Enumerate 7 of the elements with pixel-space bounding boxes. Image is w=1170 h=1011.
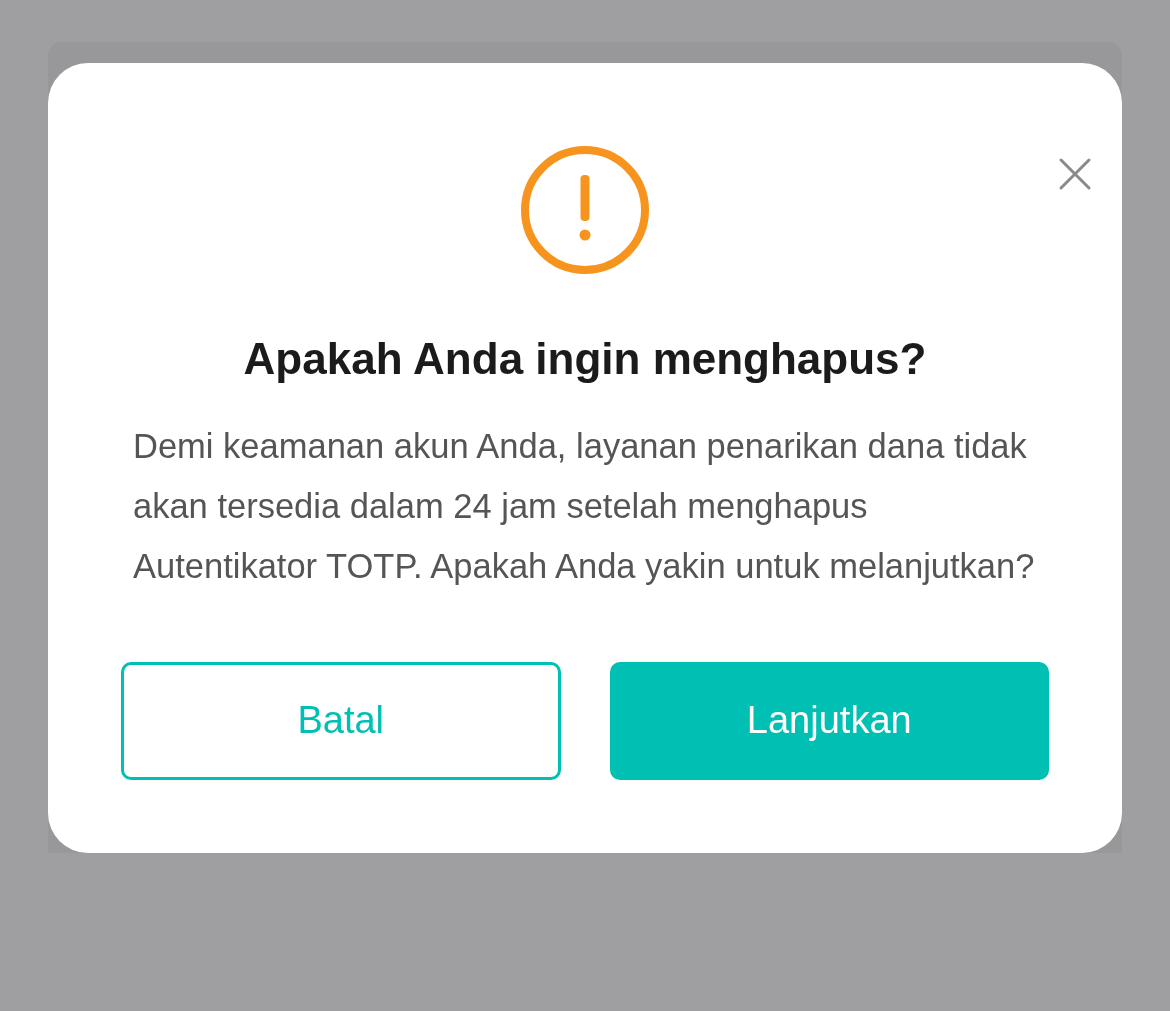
dialog-title: Apakah Anda ingin menghapus? <box>242 333 928 385</box>
continue-button[interactable]: Lanjutkan <box>609 661 1049 780</box>
close-icon <box>1058 157 1092 191</box>
warning-icon <box>520 145 650 275</box>
close-button[interactable] <box>1058 157 1092 191</box>
dialog-message: Demi keamanan akun Anda, layanan penarikan dana tidak akan tersedia dalam 24 jam setelah menghapus Autentikator TOTP. Apakah Anda yakin untuk melanjutkan? <box>133 425 1036 587</box>
cancel-button[interactable]: Batal <box>121 661 561 780</box>
